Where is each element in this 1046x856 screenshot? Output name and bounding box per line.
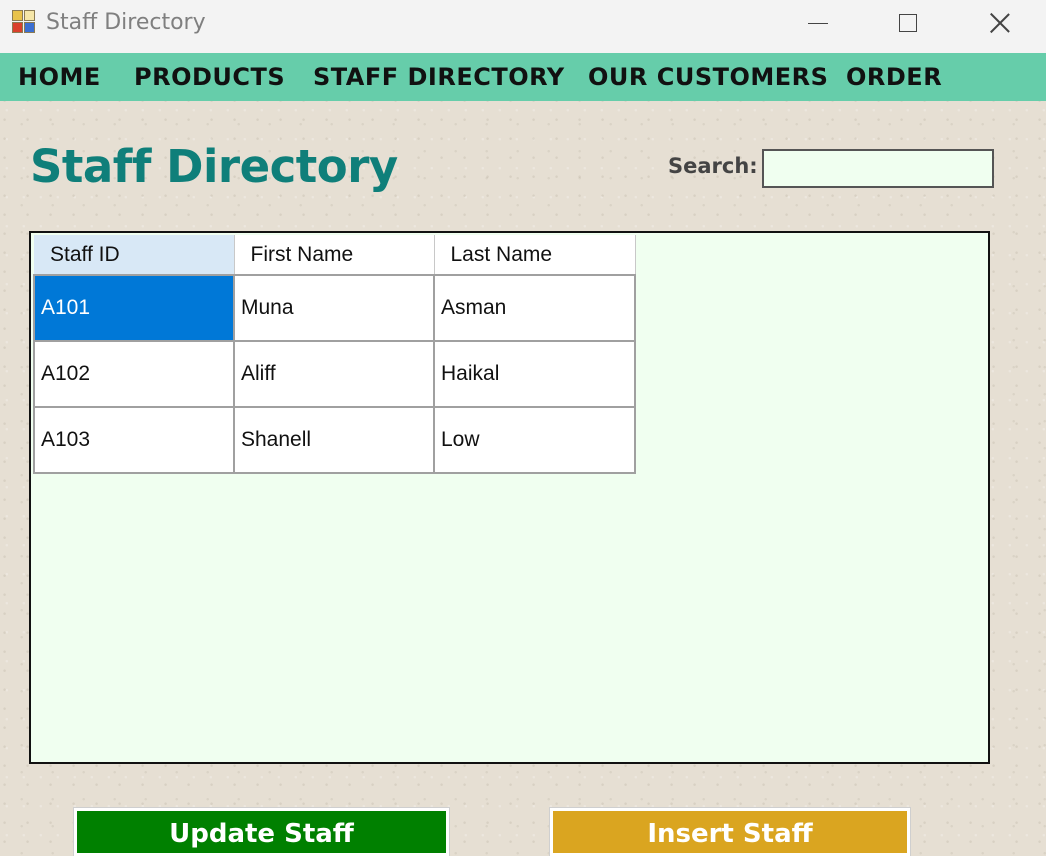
minimize-icon: [808, 22, 828, 24]
menu-item-order[interactable]: ORDER: [846, 53, 942, 101]
maximize-button[interactable]: [885, 6, 931, 40]
cell-last-name[interactable]: Haikal: [433, 340, 636, 408]
update-staff-button[interactable]: Update Staff: [73, 807, 450, 856]
app-icon: [12, 10, 36, 34]
menu-item-home[interactable]: HOME: [18, 53, 101, 101]
menu-item-our-customers[interactable]: OUR CUSTOMERS: [588, 53, 828, 101]
table-header-row: Staff ID First Name Last Name: [34, 235, 636, 276]
menu-item-products[interactable]: PRODUCTS: [134, 53, 285, 101]
cell-first-name[interactable]: Muna: [233, 274, 435, 342]
close-button[interactable]: [977, 6, 1023, 40]
title-bar: Staff Directory: [0, 0, 1046, 53]
column-header-first-name[interactable]: First Name: [234, 235, 435, 276]
column-header-staff-id[interactable]: Staff ID: [34, 235, 235, 276]
table-row[interactable]: A101 Muna Asman: [33, 274, 636, 342]
cell-first-name[interactable]: Shanell: [233, 406, 435, 474]
search-input[interactable]: [762, 149, 994, 188]
cell-staff-id[interactable]: A101: [33, 274, 235, 342]
window-title: Staff Directory: [46, 10, 206, 35]
menu-item-staff-directory[interactable]: STAFF DIRECTORY: [313, 53, 565, 101]
menu-bar: HOME PRODUCTS STAFF DIRECTORY OUR CUSTOM…: [0, 53, 1046, 101]
staff-table: Staff ID First Name Last Name A101 Muna …: [33, 235, 636, 474]
column-header-last-name[interactable]: Last Name: [434, 235, 636, 276]
cell-staff-id[interactable]: A103: [33, 406, 235, 474]
close-icon: [989, 12, 1011, 34]
cell-last-name[interactable]: Low: [433, 406, 636, 474]
table-row[interactable]: A103 Shanell Low: [33, 406, 636, 474]
minimize-button[interactable]: [795, 6, 841, 40]
search-label: Search:: [668, 154, 758, 178]
cell-first-name[interactable]: Aliff: [233, 340, 435, 408]
staff-data-grid[interactable]: Staff ID First Name Last Name A101 Muna …: [29, 231, 990, 764]
maximize-icon: [899, 14, 917, 32]
page-title: Staff Directory: [30, 140, 398, 193]
cell-staff-id[interactable]: A102: [33, 340, 235, 408]
table-row[interactable]: A102 Aliff Haikal: [33, 340, 636, 408]
insert-staff-button[interactable]: Insert Staff: [549, 807, 911, 856]
cell-last-name[interactable]: Asman: [433, 274, 636, 342]
